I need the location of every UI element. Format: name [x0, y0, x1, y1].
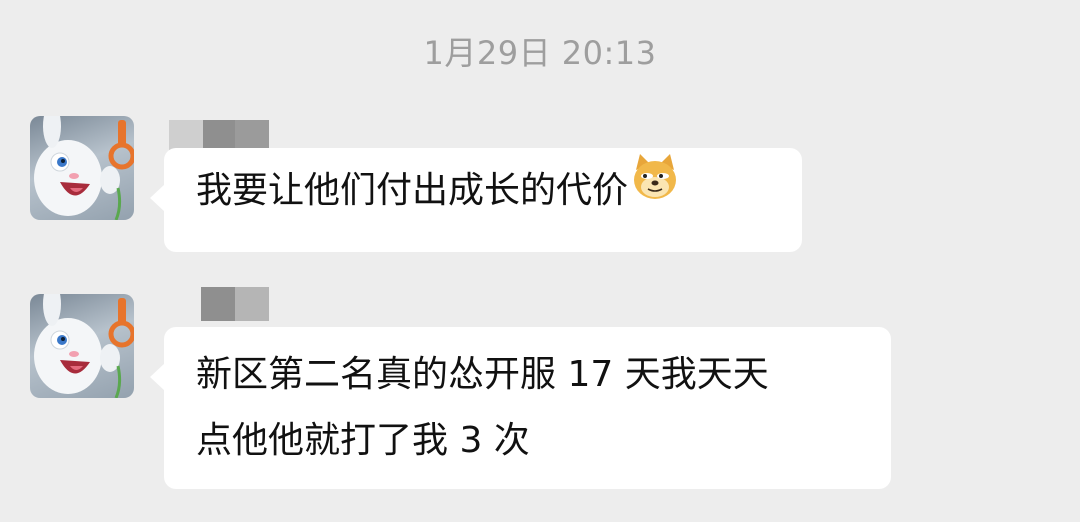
message-text: 我要让他们付出成长的代价 — [196, 170, 629, 211]
chat-timestamp: 1月29日 20:13 — [423, 34, 657, 72]
sender-name-redacted — [201, 287, 269, 321]
message-text-line-1: 新区第二名真的怂开服 17 天我天天 — [196, 354, 769, 395]
message-bubble[interactable]: 新区第二名真的怂开服 17 天我天天 点他他就打了我 3 次 — [150, 327, 891, 489]
sender-avatar[interactable] — [30, 116, 134, 220]
bunny-avatar-icon — [34, 294, 134, 398]
message-text-line-2: 点他他就打了我 3 次 — [196, 420, 530, 461]
message-bubble[interactable]: 我要让他们付出成长的代价 — [150, 148, 802, 252]
sender-avatar[interactable] — [30, 294, 134, 398]
bunny-avatar-icon — [34, 116, 134, 220]
doge-emoji-icon — [630, 152, 680, 224]
